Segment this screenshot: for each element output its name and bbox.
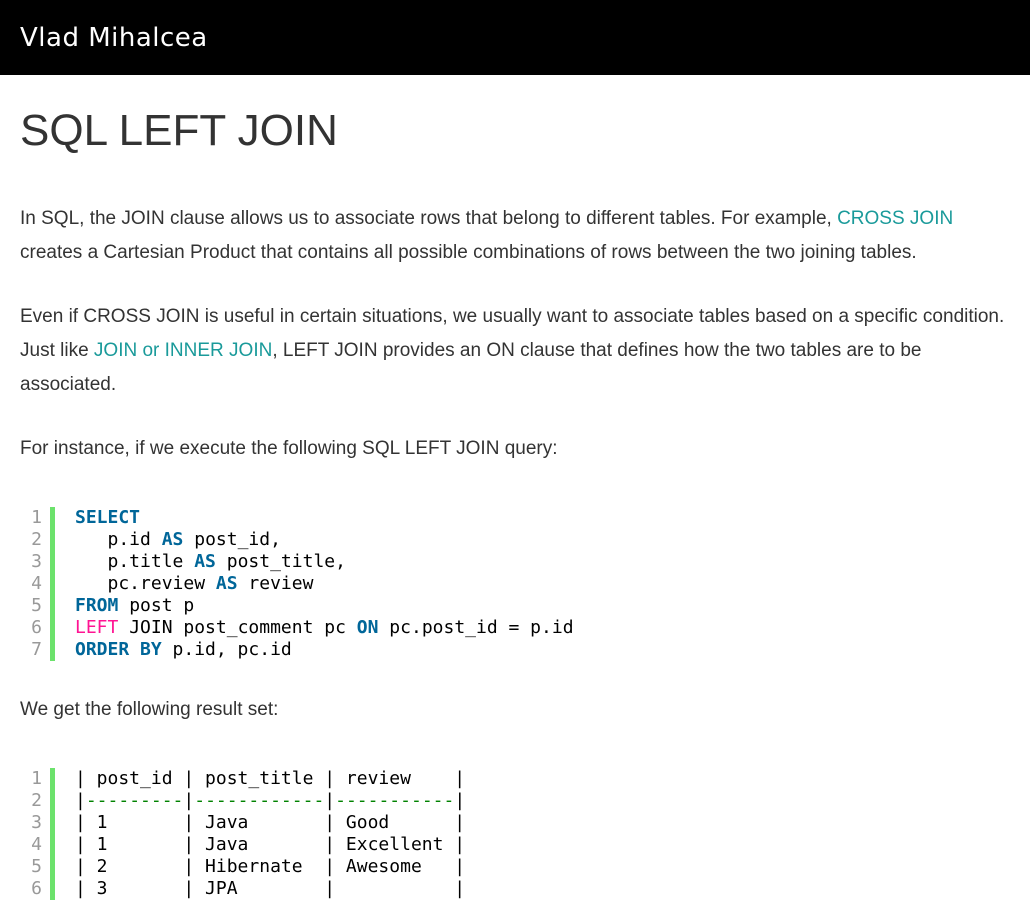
- query-line-number: 1: [31, 507, 42, 528]
- query-line-number: 7: [31, 639, 42, 660]
- result-line-number: 6: [31, 878, 42, 899]
- result-line-numbers: 123456: [20, 768, 50, 900]
- result-code-token: ------------: [194, 790, 325, 811]
- query-code-token: review: [237, 573, 314, 594]
- query-code-token: JOIN: [118, 617, 173, 638]
- article-content: SQL LEFT JOIN In SQL, the JOIN clause al…: [0, 105, 1030, 900]
- inner-join-link[interactable]: JOIN or INNER JOIN: [94, 340, 272, 361]
- result-line-number: 5: [31, 856, 42, 877]
- result-code-line: |---------|------------|-----------|: [75, 790, 465, 812]
- result-code-token: |: [75, 790, 86, 811]
- query-line-number: 5: [31, 595, 42, 616]
- page-title: SQL LEFT JOIN: [20, 106, 338, 155]
- query-code-line: ORDER BY p.id, pc.id: [75, 639, 574, 661]
- query-code-lines: SELECT p.id AS post_id, p.title AS post_…: [55, 507, 574, 661]
- result-code-lines: | post_id | post_title | review | |------…: [55, 768, 465, 900]
- result-code-token: | 2 | Hibernate | Awesome |: [75, 856, 466, 877]
- result-code-token: ---------: [85, 790, 184, 811]
- result-intro-paragraph: We get the following result set:: [20, 699, 279, 720]
- query-code-line: pc.review AS review: [75, 573, 574, 595]
- cross-join-link[interactable]: CROSS JOIN: [837, 208, 953, 229]
- sql-query-code-block: 1234567 SELECT p.id AS post_id, p.title …: [20, 507, 1010, 661]
- query-code-token: LEFT: [75, 617, 119, 638]
- site-header: Vlad Mihalcea: [0, 0, 1030, 75]
- result-line-number: 3: [31, 812, 42, 833]
- result-code-line: | 1 | Java | Good |: [75, 812, 465, 834]
- query-code-token: AS: [161, 529, 184, 550]
- result-code-token: | 3 | JPA | |: [75, 878, 466, 899]
- query-line-numbers: 1234567: [20, 507, 50, 661]
- query-code-token: post_comment pc: [172, 617, 357, 638]
- result-code-token: | post_id | post_title | review |: [75, 768, 466, 789]
- result-code-token: |: [454, 790, 466, 811]
- result-code-token: |: [183, 790, 195, 811]
- intro-text-1: In SQL, the JOIN clause allows us to ass…: [20, 208, 838, 229]
- condition-paragraph: Even if CROSS JOIN is useful in certain …: [20, 300, 1010, 402]
- result-code-line: | 3 | JPA | |: [75, 878, 465, 900]
- query-code-line: LEFT JOIN post_comment pc ON pc.post_id …: [75, 617, 574, 639]
- query-line-number: 2: [31, 529, 42, 550]
- result-code-line: | 2 | Hibernate | Awesome |: [75, 856, 465, 878]
- query-line-number: 4: [31, 573, 42, 594]
- query-code-token: p.title: [75, 551, 195, 572]
- query-code-token: post_title,: [215, 551, 346, 572]
- result-code-token: | 1 | Java | Excellent |: [75, 834, 466, 855]
- query-code-token: p.id, pc.id: [161, 639, 292, 660]
- intro-text-2: creates a Cartesian Product that contain…: [20, 242, 917, 263]
- result-code-line: | post_id | post_title | review |: [75, 768, 465, 790]
- query-code-token: pc.post_id = p.id: [378, 617, 574, 638]
- result-code-token: |: [324, 790, 336, 811]
- query-line-number: 3: [31, 551, 42, 572]
- query-line-number: 6: [31, 617, 42, 638]
- result-code-line: | 1 | Java | Excellent |: [75, 834, 465, 856]
- query-code-token: ON: [356, 617, 379, 638]
- result-set-code-block: 123456 | post_id | post_title | review |…: [20, 768, 1010, 900]
- intro-paragraph: In SQL, the JOIN clause allows us to ass…: [20, 202, 1010, 270]
- result-line-number: 1: [31, 768, 42, 789]
- query-code-token: post_id,: [183, 529, 281, 550]
- result-code-token: -----------: [335, 790, 455, 811]
- query-code-token: ORDER BY: [75, 639, 162, 660]
- instance-paragraph: For instance, if we execute the followin…: [20, 438, 558, 459]
- query-code-token: SELECT: [75, 507, 141, 528]
- query-code-token: FROM: [75, 595, 119, 616]
- query-code-line: p.id AS post_id,: [75, 529, 574, 551]
- result-line-number: 4: [31, 834, 42, 855]
- query-code-token: pc.review: [75, 573, 216, 594]
- query-code-token: AS: [215, 573, 238, 594]
- query-code-token: AS: [194, 551, 216, 572]
- site-brand-link[interactable]: Vlad Mihalcea: [20, 23, 208, 53]
- result-code-token: | 1 | Java | Good |: [75, 812, 466, 833]
- query-code-token: p.id: [75, 529, 162, 550]
- query-code-token: post p: [118, 595, 195, 616]
- query-code-line: FROM post p: [75, 595, 574, 617]
- query-code-line: SELECT: [75, 507, 574, 529]
- query-code-line: p.title AS post_title,: [75, 551, 574, 573]
- result-line-number: 2: [31, 790, 42, 811]
